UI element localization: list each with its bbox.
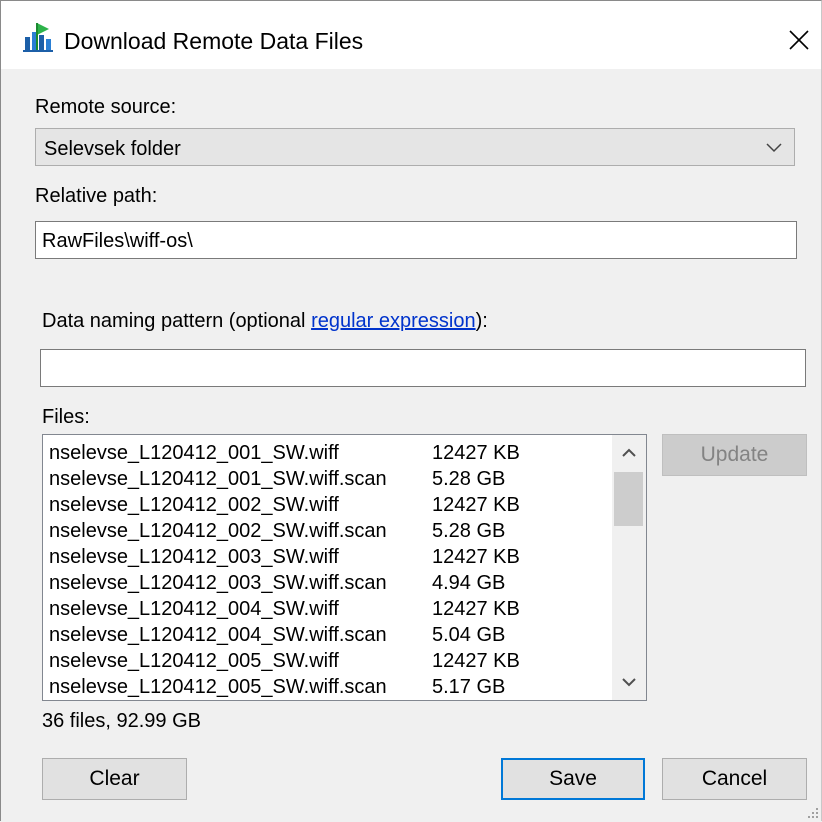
cancel-button[interactable]: Cancel [662,758,807,800]
file-name: nselevse_L120412_003_SW.wiff.scan [49,572,387,594]
regular-expression-link[interactable]: regular expression [311,310,476,332]
resize-grip-icon[interactable] [807,807,819,819]
file-size: 12427 KB [432,598,520,620]
file-name: nselevse_L120412_004_SW.wiff.scan [49,624,387,646]
files-list[interactable]: nselevse_L120412_001_SW.wiff 12427 KB ns… [42,434,647,701]
file-name: nselevse_L120412_002_SW.wiff [49,494,339,516]
file-name: nselevse_L120412_004_SW.wiff [49,598,339,620]
scroll-down-button[interactable] [612,664,646,700]
remote-source-label: Remote source: [35,96,177,118]
remote-source-dropdown[interactable]: Selevsek folder [35,128,795,166]
files-summary: 36 files, 92.99 GB [42,710,201,732]
close-button[interactable] [777,19,821,61]
scroll-up-button[interactable] [612,435,646,471]
files-scrollbar[interactable] [612,435,646,700]
naming-pattern-label-suffix: ): [475,310,488,332]
relative-path-input[interactable]: RawFiles\wiff-os\ [35,221,797,259]
file-size: 12427 KB [432,546,520,568]
file-name: nselevse_L120412_005_SW.wiff.scan [49,676,387,698]
file-name: nselevse_L120412_001_SW.wiff.scan [49,468,387,490]
dialog-title: Download Remote Data Files [64,28,364,54]
relative-path-value: RawFiles\wiff-os\ [42,230,193,252]
chevron-down-icon [766,143,782,153]
file-name: nselevse_L120412_005_SW.wiff [49,650,339,672]
file-name: nselevse_L120412_002_SW.wiff.scan [49,520,387,542]
chevron-up-icon [622,448,636,457]
update-button[interactable]: Update [662,434,807,476]
scroll-thumb[interactable] [614,472,643,526]
chevron-down-icon [622,678,636,687]
file-size: 4.94 GB [432,572,506,594]
download-remote-data-files-dialog: Download Remote Data Files Remote source… [0,0,822,821]
save-button[interactable]: Save [501,758,645,800]
file-size: 12427 KB [432,650,520,672]
files-label: Files: [42,406,90,428]
naming-pattern-label: Data naming pattern (optional regular ex… [42,309,488,333]
title-bar[interactable]: Download Remote Data Files [1,1,821,69]
file-size: 5.04 GB [432,624,506,646]
remote-source-value: Selevsek folder [44,138,181,160]
file-name: nselevse_L120412_003_SW.wiff [49,546,339,568]
file-size: 5.28 GB [432,468,506,490]
skyline-app-icon [23,23,53,52]
file-size: 5.28 GB [432,520,506,542]
file-size: 12427 KB [432,494,520,516]
relative-path-label: Relative path: [35,185,158,207]
naming-pattern-input[interactable] [40,349,806,387]
file-name: nselevse_L120412_001_SW.wiff [49,442,339,464]
file-size: 5.17 GB [432,676,506,698]
clear-button[interactable]: Clear [42,758,187,800]
close-icon [789,30,809,50]
file-size: 12427 KB [432,442,520,464]
naming-pattern-label-prefix: Data naming pattern (optional [42,310,312,332]
